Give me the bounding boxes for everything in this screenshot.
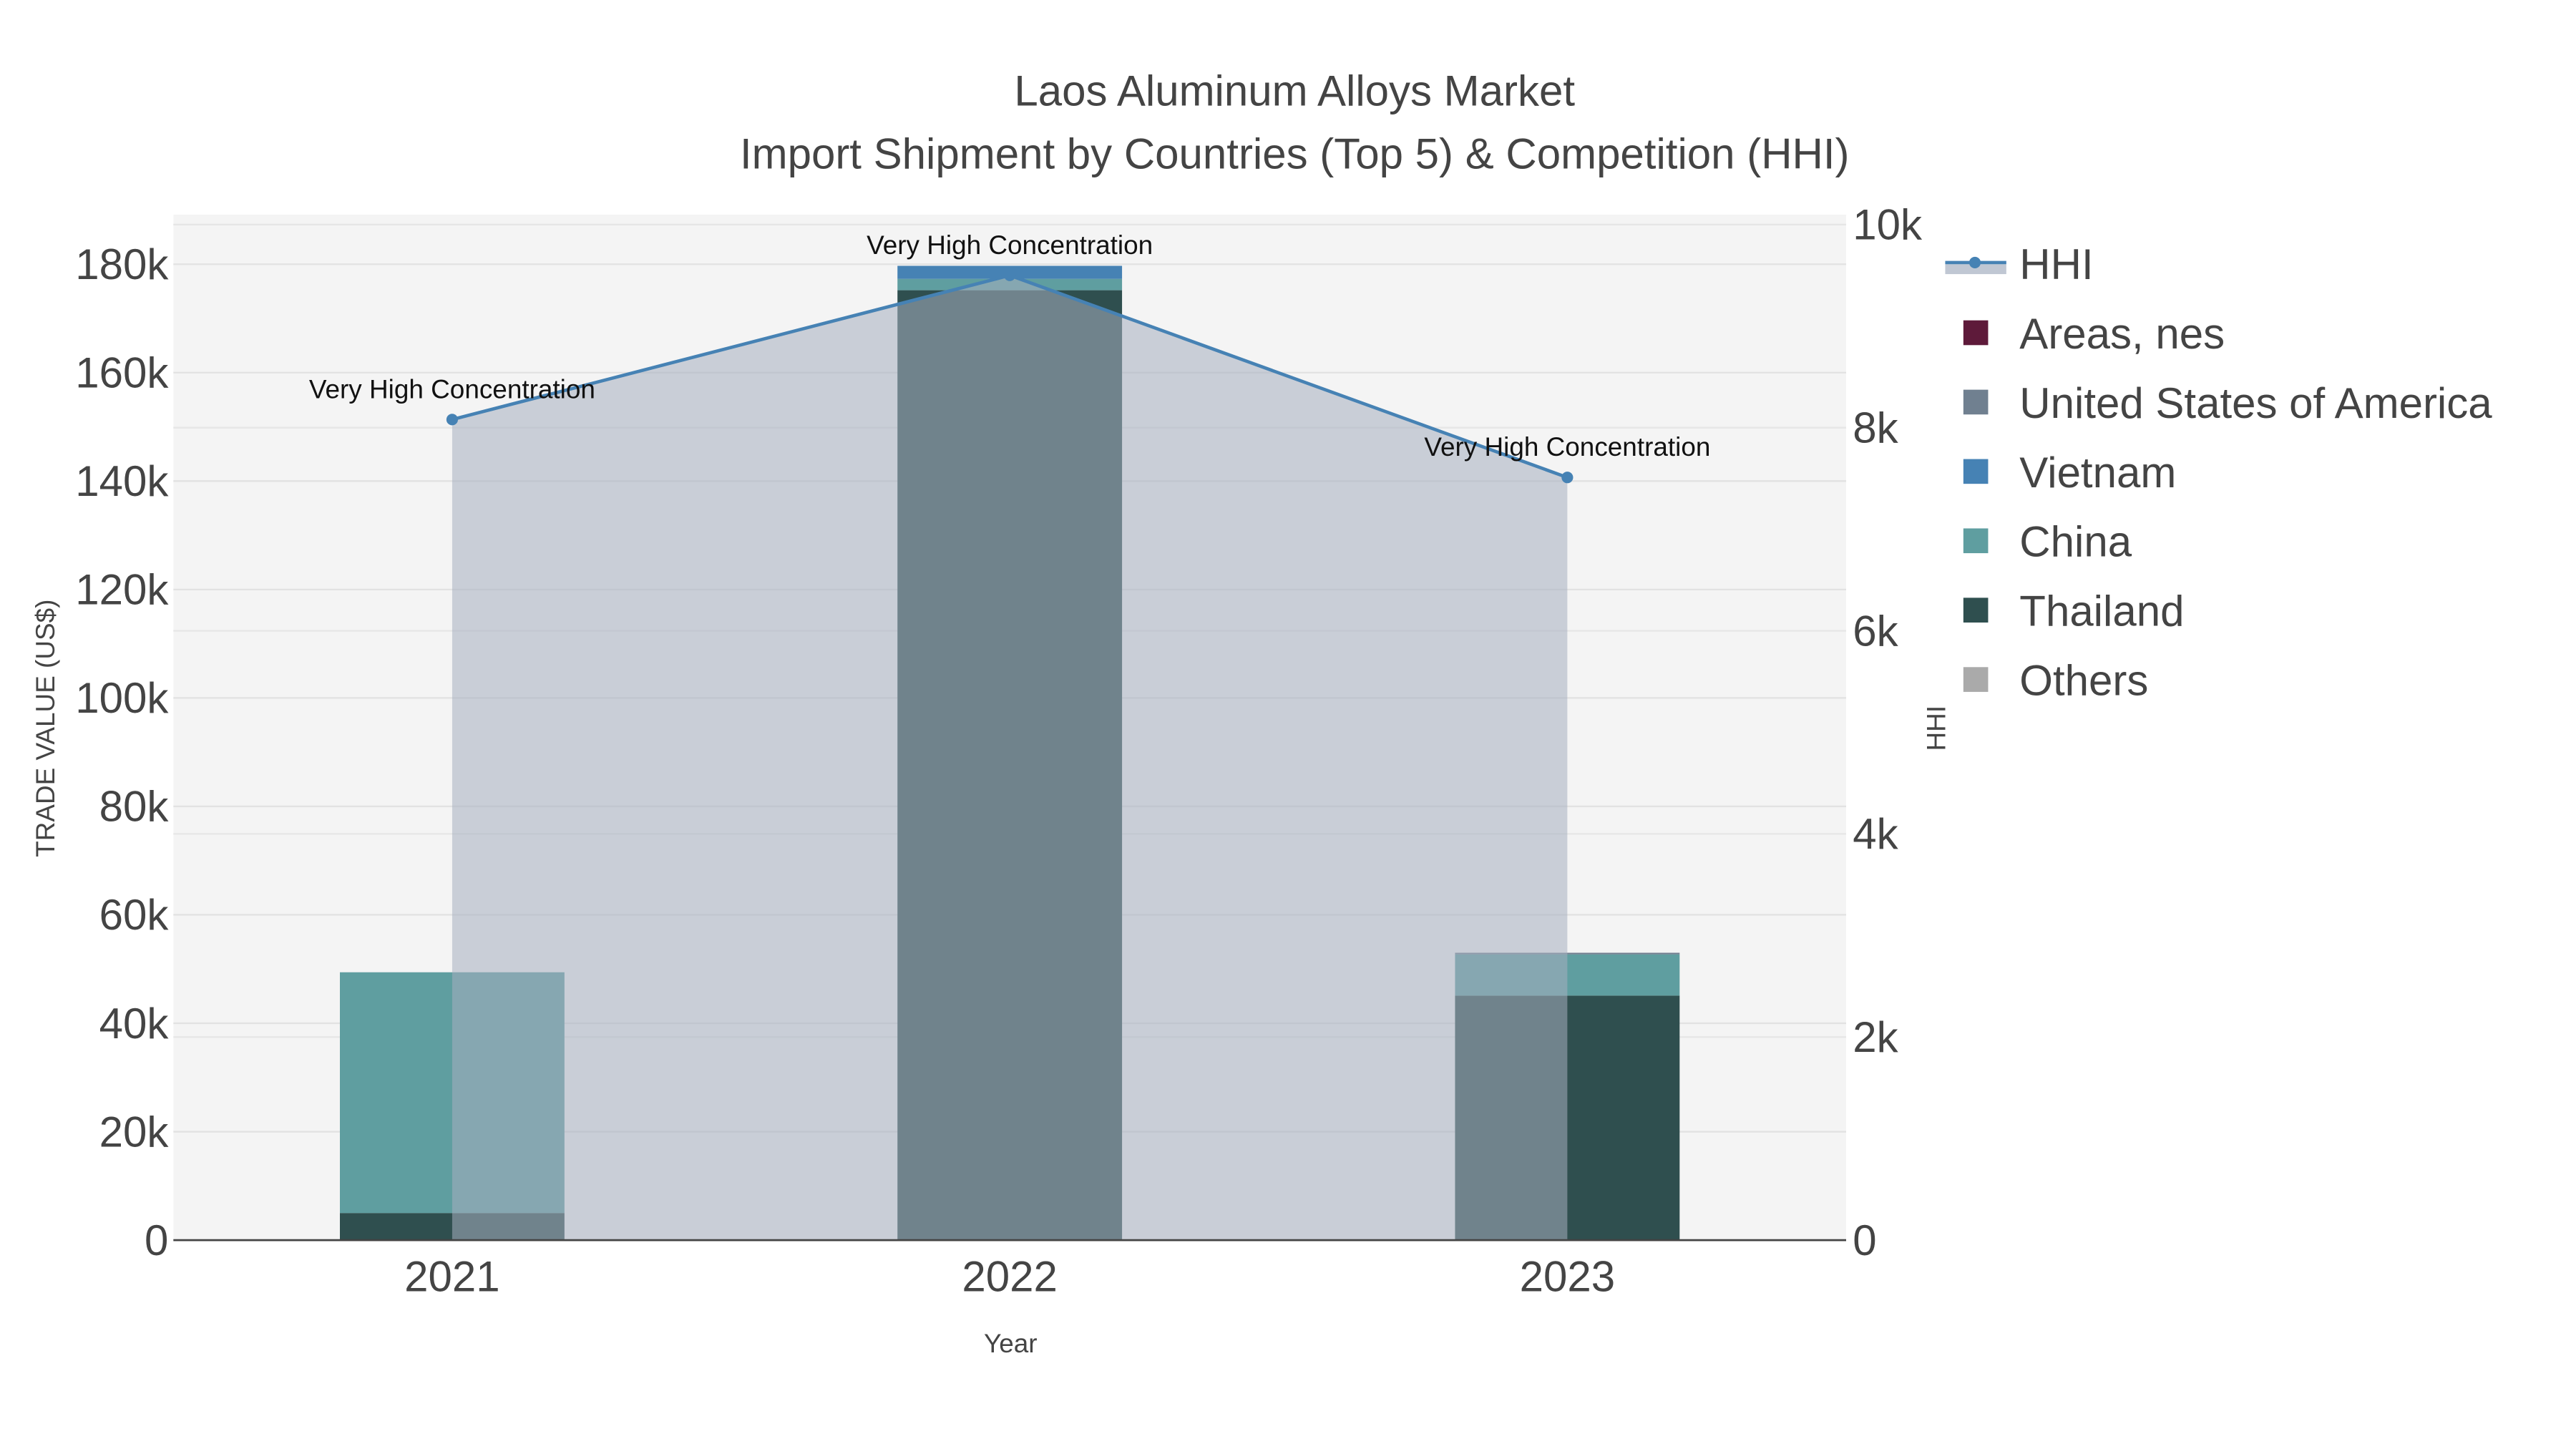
hhi-point [1004,269,1016,281]
legend-swatch [1963,389,1989,415]
legend-label: Vietnam [2019,449,2176,497]
y-tick-label: 100k [75,674,169,722]
x-tick-label: 2021 [404,1253,499,1301]
y2-tick-label: 6k [1853,607,1898,655]
chart-subtitle: Import Shipment by Countries (Top 5) & C… [740,130,1850,177]
legend-swatch [1963,528,1989,554]
y-tick-label: 20k [99,1108,170,1156]
legend-label: United States of America [2019,379,2492,427]
y2-axis-ticks: 0 2k 4k 6k 8k 10k [1853,201,1923,1264]
chart: Very High Concentration Very High Concent… [31,67,2492,1358]
y-tick-label: 60k [99,891,170,939]
y2-tick-label: 8k [1853,404,1898,452]
legend-swatch [1963,597,1989,623]
hhi-point [446,414,458,426]
legend-swatch-hhi-point [1968,256,1981,268]
x-tick-label: 2023 [1520,1253,1615,1301]
y2-tick-label: 4k [1853,810,1898,858]
legend-label: HHI [2019,240,2093,288]
legend-label: Thailand [2019,587,2184,635]
legend-label: Areas, nes [2019,310,2225,358]
x-axis-ticks: 2021 2022 2023 [404,1253,1615,1301]
hhi-point [1561,472,1574,484]
y-tick-label: 0 [145,1216,168,1264]
y2-tick-label: 0 [1853,1216,1876,1264]
legend-label: Others [2019,657,2148,705]
y2-tick-label: 10k [1853,201,1923,249]
legend-swatch [1963,667,1989,692]
hhi-area-fill [452,275,1568,1241]
y2-tick-label: 2k [1853,1013,1898,1061]
y-tick-label: 140k [75,457,169,505]
legend: HHI Areas, nes United States of America Vie… [1945,240,2492,705]
legend-swatch [1963,320,1989,346]
y-axis-title: TRADE VALUE (US$) [31,600,60,857]
chart-title: Laos Aluminum Alloys Market [1014,67,1575,115]
legend-swatch [1963,459,1989,484]
x-tick-label: 2022 [962,1253,1057,1301]
y-tick-label: 160k [75,349,169,397]
legend-label: China [2019,518,2132,566]
y-tick-label: 40k [99,1000,170,1048]
hhi-annotation: Very High Concentration [867,230,1153,260]
x-axis-title: Year [984,1329,1038,1358]
y-tick-label: 180k [75,240,169,288]
y-tick-label: 80k [99,783,170,831]
y-axis-ticks: 0 20k 40k 60k 80k 100k 120k 140k 160k 180k [75,240,169,1264]
y2-axis-title: HHI [1921,706,1951,751]
y-tick-label: 120k [75,566,169,614]
hhi-annotation: Very High Concentration [1424,432,1710,462]
hhi-annotation: Very High Concentration [309,374,595,404]
